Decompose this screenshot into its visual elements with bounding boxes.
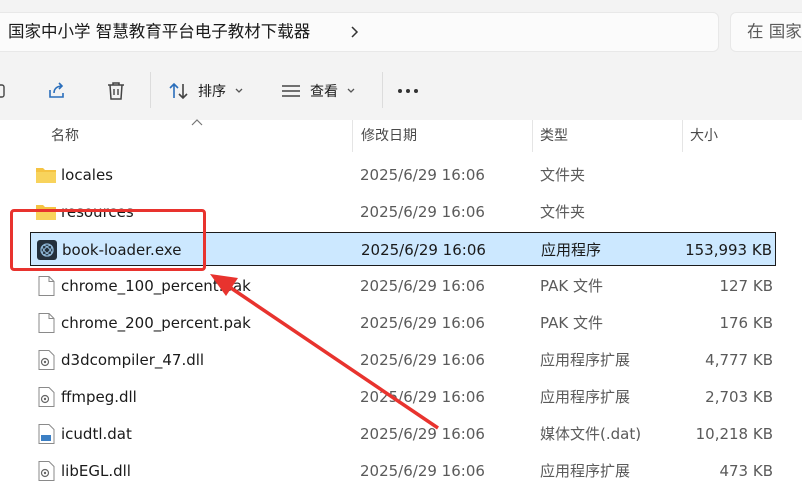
file-size: 4,777 KB bbox=[705, 351, 773, 369]
breadcrumb[interactable]: 国家中小学 智慧教育平台电子教材下载器 bbox=[8, 13, 310, 51]
copy-icon bbox=[0, 84, 5, 98]
file-name: libEGL.dll bbox=[61, 462, 131, 480]
file-type: PAK 文件 bbox=[540, 314, 603, 332]
list-item[interactable]: icudtl.dat 2025/6/29 16:06 媒体文件(.dat) 10… bbox=[30, 417, 776, 451]
file-size: 176 KB bbox=[719, 314, 773, 332]
file-name: chrome_100_percent.pak bbox=[61, 277, 251, 295]
file-name: ffmpeg.dll bbox=[61, 388, 137, 406]
list-item[interactable]: libEGL.dll 2025/6/29 16:06 应用程序扩展 473 KB bbox=[30, 454, 776, 488]
file-type: 应用程序扩展 bbox=[540, 351, 631, 369]
share-button[interactable] bbox=[46, 72, 68, 110]
file-name: icudtl.dat bbox=[61, 425, 132, 443]
file-date: 2025/6/29 16:06 bbox=[360, 462, 485, 480]
file-type: PAK 文件 bbox=[540, 277, 603, 295]
column-header-type[interactable]: 类型 bbox=[540, 120, 568, 152]
search-placeholder: 在 国家 bbox=[747, 22, 802, 41]
file-size: 127 KB bbox=[719, 277, 773, 295]
sort-label: 排序 bbox=[198, 84, 226, 100]
command-bar: 排序 查看 bbox=[0, 62, 802, 120]
toolbar-divider bbox=[382, 72, 383, 108]
more-options-button[interactable] bbox=[396, 72, 420, 110]
media-icon bbox=[38, 424, 55, 444]
file-size: 473 KB bbox=[719, 462, 773, 480]
file-type: 文件夹 bbox=[540, 166, 586, 184]
file-date: 2025/6/29 16:06 bbox=[360, 388, 485, 406]
file-type: 应用程序扩展 bbox=[540, 462, 631, 480]
column-divider[interactable] bbox=[352, 120, 353, 152]
annotation-highlight-box bbox=[10, 209, 206, 271]
view-list-icon bbox=[282, 85, 300, 97]
chevron-down-icon bbox=[235, 88, 243, 93]
file-icon bbox=[38, 276, 55, 296]
list-item[interactable]: chrome_100_percent.pak 2025/6/29 16:06 P… bbox=[30, 269, 776, 303]
column-header-modified[interactable]: 修改日期 bbox=[361, 120, 417, 152]
address-bar[interactable]: 国家中小学 智慧教育平台电子教材下载器 bbox=[0, 12, 719, 52]
chevron-right-icon[interactable] bbox=[348, 25, 362, 39]
file-size: 10,218 KB bbox=[695, 425, 773, 443]
share-icon bbox=[49, 82, 64, 98]
sort-button[interactable]: 排序 bbox=[168, 72, 244, 110]
file-size: 2,703 KB bbox=[705, 388, 773, 406]
file-name: d3dcompiler_47.dll bbox=[61, 351, 205, 369]
toolbar-divider bbox=[150, 72, 151, 108]
column-header-name[interactable]: 名称 bbox=[51, 120, 79, 152]
list-item[interactable]: d3dcompiler_47.dll 2025/6/29 16:06 应用程序扩… bbox=[30, 343, 776, 377]
list-item[interactable]: ffmpeg.dll 2025/6/29 16:06 应用程序扩展 2,703 … bbox=[30, 380, 776, 414]
folder-icon bbox=[36, 168, 56, 183]
list-item[interactable]: locales 2025/6/29 16:06 文件夹 bbox=[30, 158, 776, 192]
sort-ascending-icon bbox=[191, 119, 203, 126]
file-name: locales bbox=[61, 166, 113, 184]
file-date: 2025/6/29 16:06 bbox=[360, 351, 485, 369]
file-type: 文件夹 bbox=[540, 203, 586, 221]
file-date: 2025/6/29 16:06 bbox=[360, 203, 485, 221]
dll-icon bbox=[38, 350, 55, 370]
column-divider[interactable] bbox=[682, 120, 683, 152]
trash-icon bbox=[108, 82, 124, 100]
copy-button[interactable] bbox=[0, 72, 12, 110]
column-headers: 名称 修改日期 类型 大小 bbox=[0, 120, 802, 152]
file-date: 2025/6/29 16:06 bbox=[360, 425, 485, 443]
view-label: 查看 bbox=[310, 84, 338, 100]
sort-icon bbox=[169, 82, 188, 100]
view-button[interactable]: 查看 bbox=[280, 72, 356, 110]
chevron-down-icon bbox=[347, 88, 355, 93]
file-date: 2025/6/29 16:06 bbox=[360, 277, 485, 295]
delete-button[interactable] bbox=[105, 72, 127, 110]
file-size: 153,993 KB bbox=[685, 241, 772, 259]
search-input[interactable]: 在 国家 bbox=[730, 12, 802, 52]
dll-icon bbox=[38, 387, 55, 407]
file-type: 媒体文件(.dat) bbox=[540, 425, 642, 443]
file-type: 应用程序 bbox=[541, 241, 602, 259]
file-type: 应用程序扩展 bbox=[540, 388, 631, 406]
file-date: 2025/6/29 16:06 bbox=[361, 241, 486, 259]
file-date: 2025/6/29 16:06 bbox=[360, 314, 485, 332]
file-date: 2025/6/29 16:06 bbox=[360, 166, 485, 184]
column-header-size[interactable]: 大小 bbox=[690, 120, 718, 152]
file-name: chrome_200_percent.pak bbox=[61, 314, 251, 332]
address-bar-row: 国家中小学 智慧教育平台电子教材下载器 在 国家 bbox=[0, 0, 802, 62]
more-icon bbox=[398, 89, 418, 93]
file-icon bbox=[38, 313, 55, 333]
dll-icon bbox=[38, 461, 55, 481]
list-item[interactable]: chrome_200_percent.pak 2025/6/29 16:06 P… bbox=[30, 306, 776, 340]
column-divider[interactable] bbox=[532, 120, 533, 152]
